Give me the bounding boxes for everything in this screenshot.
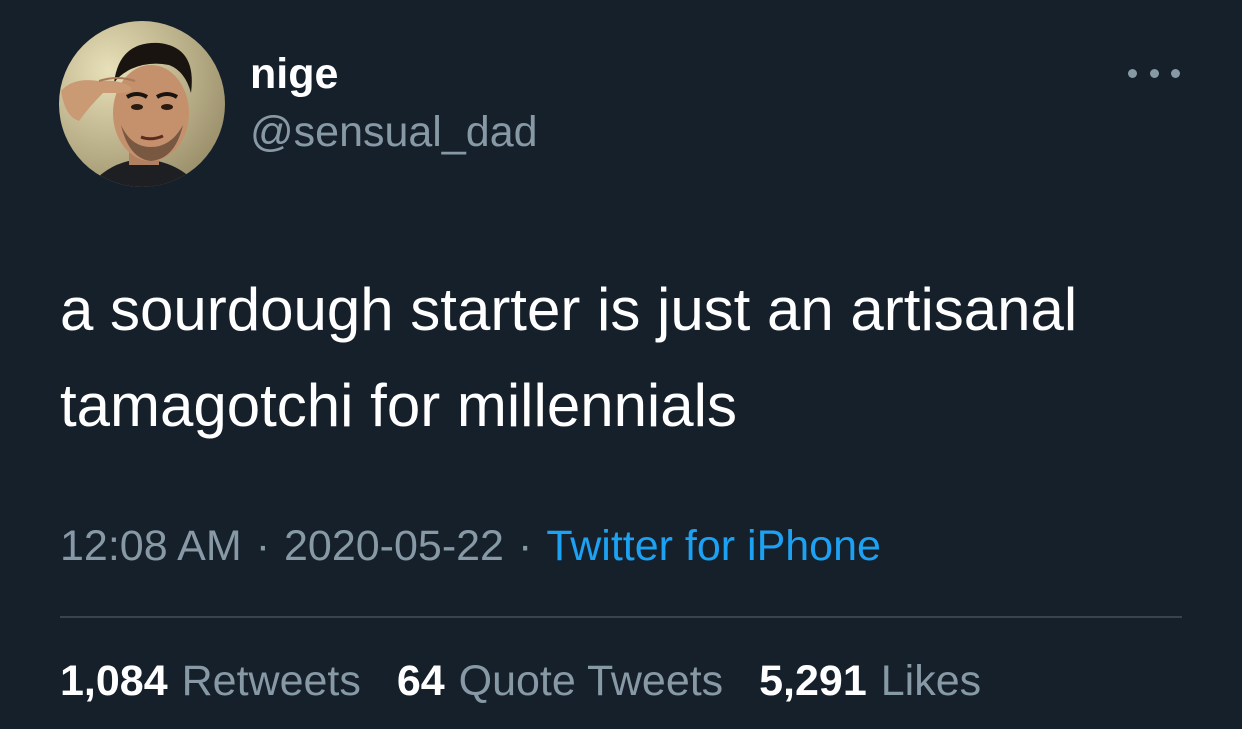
more-horizontal-icon [1149,68,1159,78]
tweet-stats: 1,084 Retweets 64 Quote Tweets 5,291 Likes [60,655,1005,707]
retweets-count: 1,084 [60,657,168,705]
meta-separator: · [517,522,533,570]
tweet-time[interactable]: 12:08 AM [60,522,242,570]
quote-tweets-stat[interactable]: 64 Quote Tweets [397,657,723,705]
tweet-text-line: tamagotchi for millennials [60,372,737,439]
avatar[interactable] [59,21,225,187]
display-name[interactable]: nige [250,48,338,100]
divider [60,616,1182,618]
quote-tweets-count: 64 [396,657,445,705]
avatar-image [59,21,225,187]
tweet-text: a sourdough starter is just an artisanal… [60,262,1190,454]
tweet-text-line: a sourdough starter is just an artisanal [60,276,1078,343]
more-horizontal-icon [1128,68,1137,78]
quote-tweets-label: Quote Tweets [458,657,724,705]
meta-separator: · [255,522,271,570]
likes-label: Likes [880,657,982,705]
user-handle[interactable]: @sensual_dad [250,106,538,158]
more-horizontal-icon [1171,68,1180,78]
likes-count: 5,291 [759,657,867,705]
tweet-meta: 12:08 AM · 2020-05-22 · Twitter for iPhone [60,520,881,572]
more-options-button[interactable] [1128,58,1180,88]
retweets-label: Retweets [181,657,361,705]
tweet-date[interactable]: 2020-05-22 [284,522,504,570]
tweet-card: nige @sensual_dad a sourdough starter is… [0,0,1242,729]
retweets-stat[interactable]: 1,084 Retweets [60,657,361,705]
tweet-source-link[interactable]: Twitter for iPhone [546,522,881,570]
likes-stat[interactable]: 5,291 Likes [759,657,981,705]
